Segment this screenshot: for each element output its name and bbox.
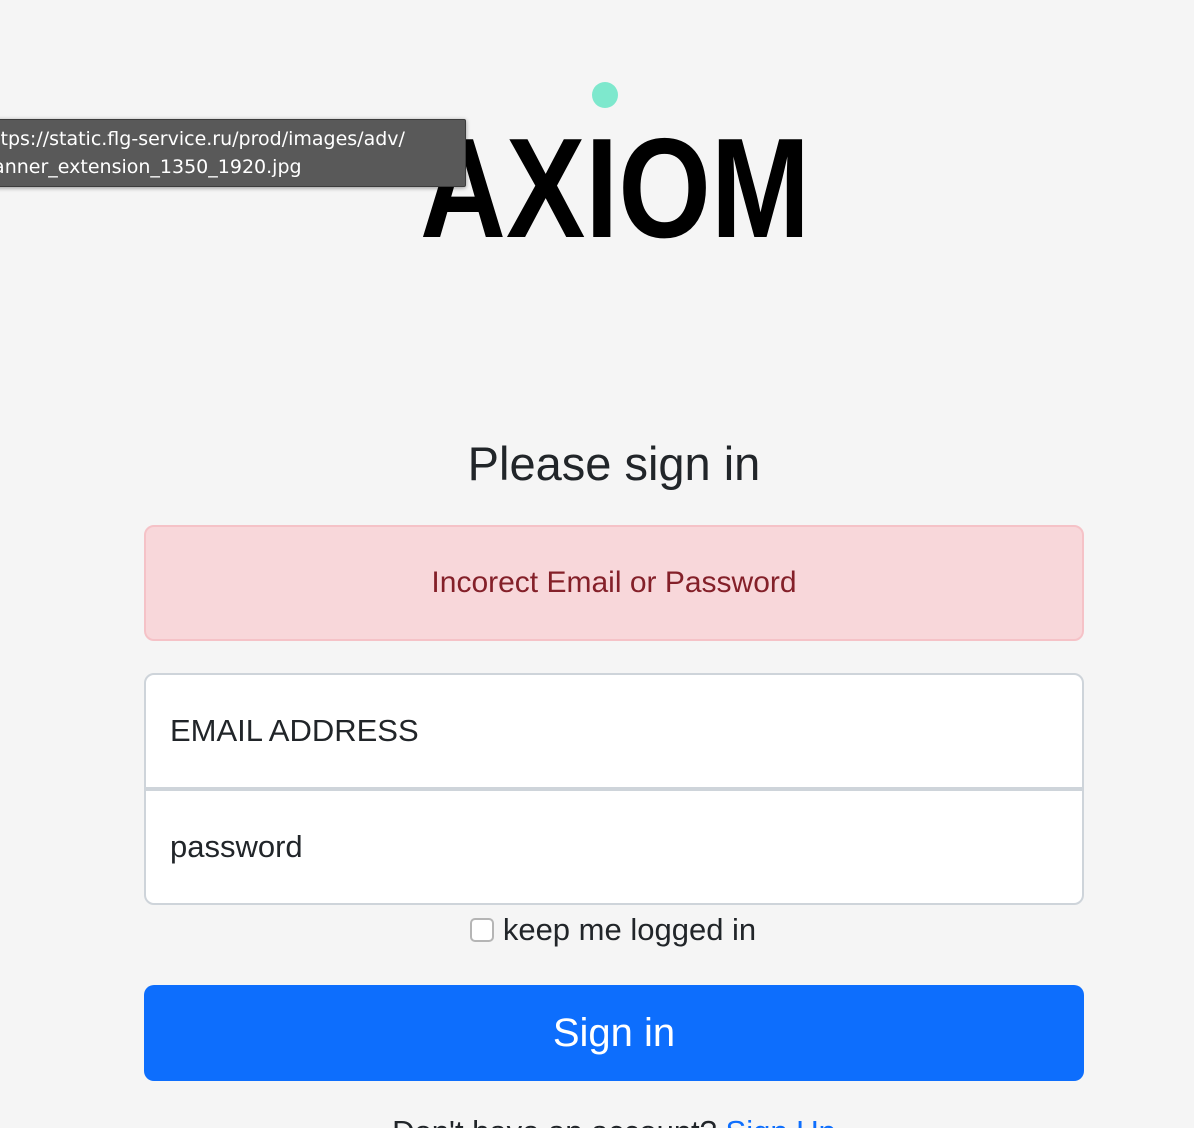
signup-prompt-text: Don't have an account? [392, 1114, 717, 1128]
logo-dot [592, 82, 618, 108]
sign-up-link[interactable]: Sign Up [726, 1114, 836, 1128]
password-field[interactable] [144, 789, 1084, 905]
remember-label: keep me logged in [502, 912, 757, 947]
signup-prompt: Don't have an account? Sign Up [144, 1112, 1084, 1128]
sign-in-button[interactable]: Sign in [144, 985, 1084, 1081]
error-alert: Incorect Email or Password [144, 525, 1084, 641]
remember-me[interactable]: keep me logged in [144, 908, 1084, 952]
tooltip-line-1: https://static.flg-service.ru/prod/image… [0, 128, 405, 150]
url-tooltip: https://static.flg-service.ru/prod/image… [0, 119, 466, 187]
axiom-logo: AXIOM [420, 82, 810, 246]
login-page: AXIOM https://static.flg-service.ru/prod… [0, 0, 1194, 1128]
remember-checkbox[interactable] [469, 918, 494, 942]
error-message: Incorect Email or Password [431, 566, 797, 599]
logo-text: AXIOM [420, 109, 810, 246]
email-field[interactable] [144, 673, 1084, 789]
page-title: Please sign in [467, 437, 761, 490]
tooltip-line-2: banner_extension_1350_1920.jpg [0, 156, 302, 178]
